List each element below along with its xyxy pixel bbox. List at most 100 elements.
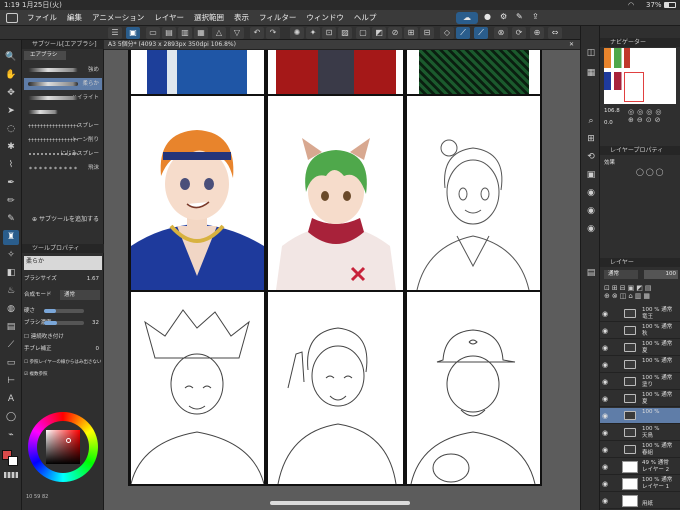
brush-splash[interactable]: 飛沫 [24, 162, 102, 174]
redo-icon[interactable]: ↷ [266, 27, 280, 39]
eye-icon[interactable]: ◉ [602, 463, 610, 471]
export-icon[interactable]: △ [212, 27, 226, 39]
document-tab[interactable]: A3 5個分* (4093 x 2893px 350dpi 106.8%) ✕ [104, 40, 580, 50]
layer-tool-buttons[interactable]: ⊡⊞⊟▣◩▤ ⊕⊗◫⌂▥▦ [604, 284, 678, 304]
new-file-icon[interactable]: ▭ [146, 27, 160, 39]
camera2-icon[interactable]: ◉ [583, 204, 599, 219]
eye-icon[interactable]: ◉ [602, 429, 610, 437]
tile-icon[interactable]: ⊗ [494, 27, 508, 39]
blend-mode-row[interactable]: 合成モード 通常 [24, 290, 102, 300]
panel-bottom-right[interactable] [405, 290, 542, 486]
gradient-tool-icon[interactable]: ▤ [3, 320, 19, 335]
layer-opacity[interactable]: 100 [644, 270, 678, 279]
subtool-tab-airbrush[interactable]: エアブラシ [24, 51, 66, 60]
item-bank-icon[interactable]: ▣ [583, 168, 599, 183]
canvas-paper[interactable] [128, 50, 542, 486]
eye-icon[interactable]: ◉ [602, 327, 610, 335]
transform-icon[interactable]: ⊡ [322, 27, 336, 39]
layer-row[interactable]: ◉ 100 % 天鳥 [600, 425, 680, 441]
print-icon[interactable]: ▦ [194, 27, 208, 39]
canvas-toggle-icon[interactable]: ▣ [126, 27, 140, 39]
cloud-icon[interactable]: ☁ [456, 12, 478, 24]
correct-line-tool-icon[interactable]: ⌁ [3, 428, 19, 443]
color-square[interactable] [46, 430, 80, 464]
layer-row[interactable]: ◉ 100 % 通常 塗り [600, 374, 680, 390]
menu-icon[interactable]: ☰ [108, 27, 122, 39]
menu-edit[interactable]: 編集 [62, 12, 87, 23]
nav-zoom[interactable]: 106.8 [604, 108, 620, 114]
eye-icon[interactable]: ◉ [602, 344, 610, 352]
balloon-tool-icon[interactable]: ◯ [3, 410, 19, 425]
deselect-icon[interactable]: ▢ [356, 27, 370, 39]
pen-settings-icon[interactable]: ✎ [516, 12, 523, 21]
flip-icon[interactable]: ⇔ [548, 27, 562, 39]
eye-icon[interactable]: ◉ [602, 361, 610, 369]
brush-blur-spray[interactable]: にじみスプレー [24, 148, 102, 160]
panel-bottom-middle[interactable] [266, 290, 405, 486]
clear-icon[interactable]: ✦ [306, 27, 320, 39]
panel-mid-left[interactable] [129, 94, 266, 292]
layer-row[interactable]: ◉ 100 % [600, 408, 680, 424]
eyedropper-icon[interactable]: ⌇ [3, 158, 19, 173]
zoom-tool-icon[interactable]: 🔍 [3, 50, 19, 65]
operation-tool-icon[interactable]: ➤ [3, 104, 19, 119]
density-row[interactable]: ブラシ濃度 32 [24, 318, 102, 328]
layer-row[interactable]: ◉ 100 % 通常秋 [600, 323, 680, 339]
figure-tool-icon[interactable]: ⟋ [3, 338, 19, 353]
eraser-tool-icon[interactable]: ◧ [3, 266, 19, 281]
eye-icon[interactable]: ◉ [602, 497, 610, 505]
blend-tool-icon[interactable]: ♨ [3, 284, 19, 299]
ref-layer-row[interactable]: ☐ 参照レイヤーの線からはみ出さない [24, 358, 102, 368]
transparent-color-chip[interactable] [4, 472, 18, 478]
ruler-icon[interactable]: ◇ [440, 27, 454, 39]
layer-search-icon[interactable]: ⌕ [583, 114, 599, 129]
camera-icon[interactable]: ◉ [583, 186, 599, 201]
eye-icon[interactable]: ◉ [602, 480, 610, 488]
hardness-row[interactable]: 硬さ [24, 306, 102, 316]
layer-row[interactable]: ◉ 100 % 通常夏 [600, 340, 680, 356]
menu-filter[interactable]: フィルター [254, 12, 301, 23]
material-icon[interactable]: ⊞ [583, 132, 599, 147]
menu-animation[interactable]: アニメーション [87, 12, 149, 23]
nav-angle[interactable]: 0.0 [604, 120, 613, 126]
rotate-icon[interactable]: ⟳ [512, 27, 526, 39]
panel-bottom-left[interactable] [129, 290, 266, 486]
text-tool-icon[interactable]: A [3, 392, 19, 407]
layer-blend-select[interactable]: 通常 [604, 270, 638, 279]
home-indicator[interactable] [270, 501, 410, 505]
magic-wand-icon[interactable]: ✱ [3, 140, 19, 155]
undo-icon[interactable]: ↶ [250, 27, 264, 39]
layer-row[interactable]: ◉ 100 % 通常 春組 [600, 442, 680, 458]
panel-top-right[interactable] [405, 50, 542, 96]
save-icon[interactable]: ▥ [178, 27, 192, 39]
brush-strong[interactable]: 強め [24, 64, 102, 76]
sub-color-chip[interactable] [8, 456, 18, 466]
fill-icon[interactable]: ▨ [338, 27, 352, 39]
share-icon[interactable]: ⇪ [532, 12, 539, 21]
menu-selection[interactable]: 選択範囲 [189, 12, 229, 23]
gear-icon[interactable]: ⚙ [500, 12, 507, 21]
menu-layer[interactable]: レイヤー [149, 12, 189, 23]
brush-tool-icon[interactable]: ✎ [3, 212, 19, 227]
lasso-tool-icon[interactable]: ◌ [3, 122, 19, 137]
eye-icon[interactable]: ◉ [602, 395, 610, 403]
layer-row[interactable]: ◉ 100 % 通常夏 [600, 391, 680, 407]
layer-row[interactable]: ◉ 49 % 通常 レイヤー 2 [600, 459, 680, 475]
pencil-tool-icon[interactable]: ✏ [3, 194, 19, 209]
history-icon[interactable]: ⟲ [583, 150, 599, 165]
nav-controls[interactable]: ◎◎◎◎ ⊕⊖⊙⊘ [628, 108, 676, 128]
panel-top-left[interactable] [129, 50, 266, 96]
panel-top-middle[interactable] [266, 50, 405, 96]
multi-ref-row[interactable]: ☑ 複数参照 [24, 370, 102, 380]
invert-icon[interactable]: ◩ [372, 27, 386, 39]
menu-window[interactable]: ウィンドウ [301, 12, 349, 23]
move-tool-icon[interactable]: ✥ [3, 86, 19, 101]
layer-row[interactable]: ◉ 用紙 [600, 493, 680, 509]
panel-mid-middle[interactable] [266, 94, 405, 292]
quick-access-icon[interactable]: ⊕ [530, 27, 544, 39]
eye-icon[interactable]: ◉ [602, 412, 610, 420]
import-icon[interactable]: ▽ [230, 27, 244, 39]
brush-spray[interactable]: スプレー [24, 120, 102, 132]
sub-view-icon[interactable]: ▦ [583, 66, 599, 81]
effect-buttons[interactable]: ◯◯◯ [636, 168, 676, 178]
